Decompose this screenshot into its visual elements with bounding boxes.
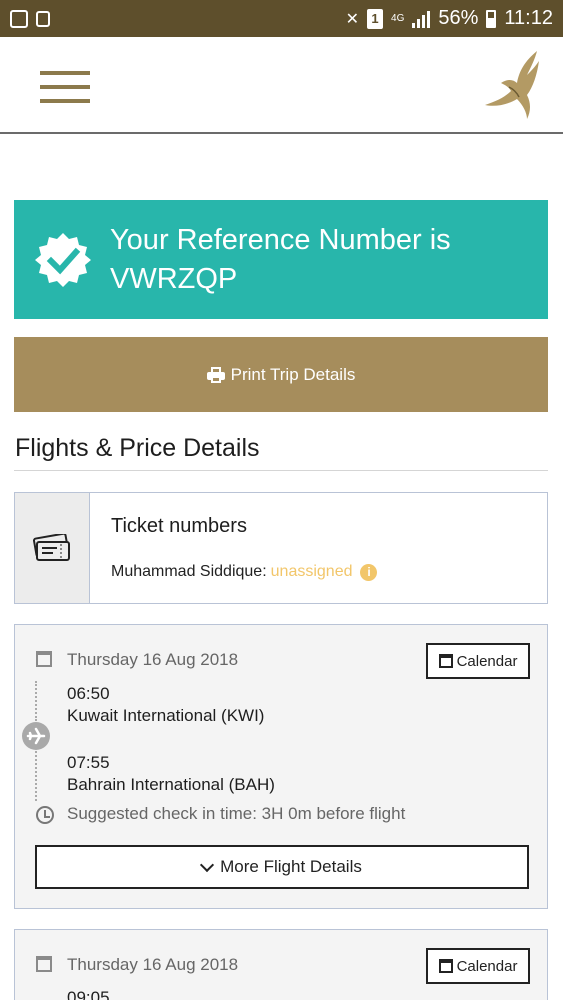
ticket-status: unassigned <box>270 563 353 580</box>
section-divider <box>14 470 548 471</box>
airplane-icon <box>22 722 50 750</box>
print-trip-details-button[interactable]: Print Trip Details <box>14 337 548 412</box>
ticket-passenger-line: Muhammad Siddique: unassigned i <box>111 563 378 581</box>
calendar-icon <box>438 959 453 973</box>
departure-time: 06:50 <box>67 684 110 703</box>
calendar-button-label: Calendar <box>456 652 518 670</box>
arrival-time: 07:55 <box>67 753 110 772</box>
reference-code: VWRZQP <box>110 262 238 295</box>
checkin-time: Suggested check in time: 3H 0m before fl… <box>67 804 406 823</box>
sim-icon: 1 <box>367 8 384 29</box>
battery-icon <box>486 9 497 28</box>
departure-time: 09:05 <box>67 988 110 1000</box>
passenger-name: Muhammad Siddique: <box>111 563 267 580</box>
route-line <box>35 681 37 721</box>
hamburger-icon[interactable] <box>40 71 90 105</box>
calendar-button[interactable]: Calendar <box>426 643 530 679</box>
calendar-icon <box>438 654 453 668</box>
calendar-icon <box>36 651 52 667</box>
print-icon <box>206 366 225 383</box>
app-icon <box>36 10 50 27</box>
reference-label: Your Reference Number is <box>110 223 451 256</box>
app-header <box>0 37 563 134</box>
ticket-icon <box>33 534 70 561</box>
section-title: Flights & Price Details <box>15 434 260 462</box>
chevron-down-icon <box>200 857 215 872</box>
flight-card: Thursday 16 Aug 2018 Calendar 06:50 Kuwa… <box>14 624 548 909</box>
more-flight-details-button[interactable]: More Flight Details <box>35 845 529 889</box>
signal-icon <box>412 10 431 28</box>
clock-icon <box>36 806 54 824</box>
more-details-label: More Flight Details <box>220 857 362 876</box>
flight-card: Thursday 16 Aug 2018 Calendar 09:05 <box>14 929 548 1000</box>
info-icon[interactable]: i <box>360 563 378 581</box>
flight-date: Thursday 16 Aug 2018 <box>67 955 239 974</box>
mute-icon: ✕ <box>345 10 360 28</box>
flipboard-icon <box>10 9 28 28</box>
battery-percent: 56% <box>438 7 479 29</box>
ticket-icon-cell <box>15 493 90 603</box>
calendar-button[interactable]: Calendar <box>426 948 530 984</box>
departure-airport: Kuwait International (KWI) <box>67 706 265 725</box>
clock-time: 11:12 <box>504 7 553 29</box>
reference-banner: Your Reference Number is VWRZQP <box>14 200 548 319</box>
flight-date: Thursday 16 Aug 2018 <box>67 650 239 669</box>
arrival-airport: Bahrain International (BAH) <box>67 775 275 794</box>
calendar-icon <box>36 956 52 972</box>
print-button-label: Print Trip Details <box>230 364 356 384</box>
status-bar: ✕ 1 4G 56% 11:12 <box>0 0 563 37</box>
ticket-title: Ticket numbers <box>111 515 247 537</box>
check-badge-icon <box>35 232 91 287</box>
network-type: 4G <box>391 12 405 24</box>
calendar-button-label: Calendar <box>456 957 518 975</box>
falcon-logo[interactable] <box>479 49 543 121</box>
ticket-numbers-card: Ticket numbers Muhammad Siddique: unassi… <box>14 492 548 604</box>
route-line <box>35 751 37 801</box>
